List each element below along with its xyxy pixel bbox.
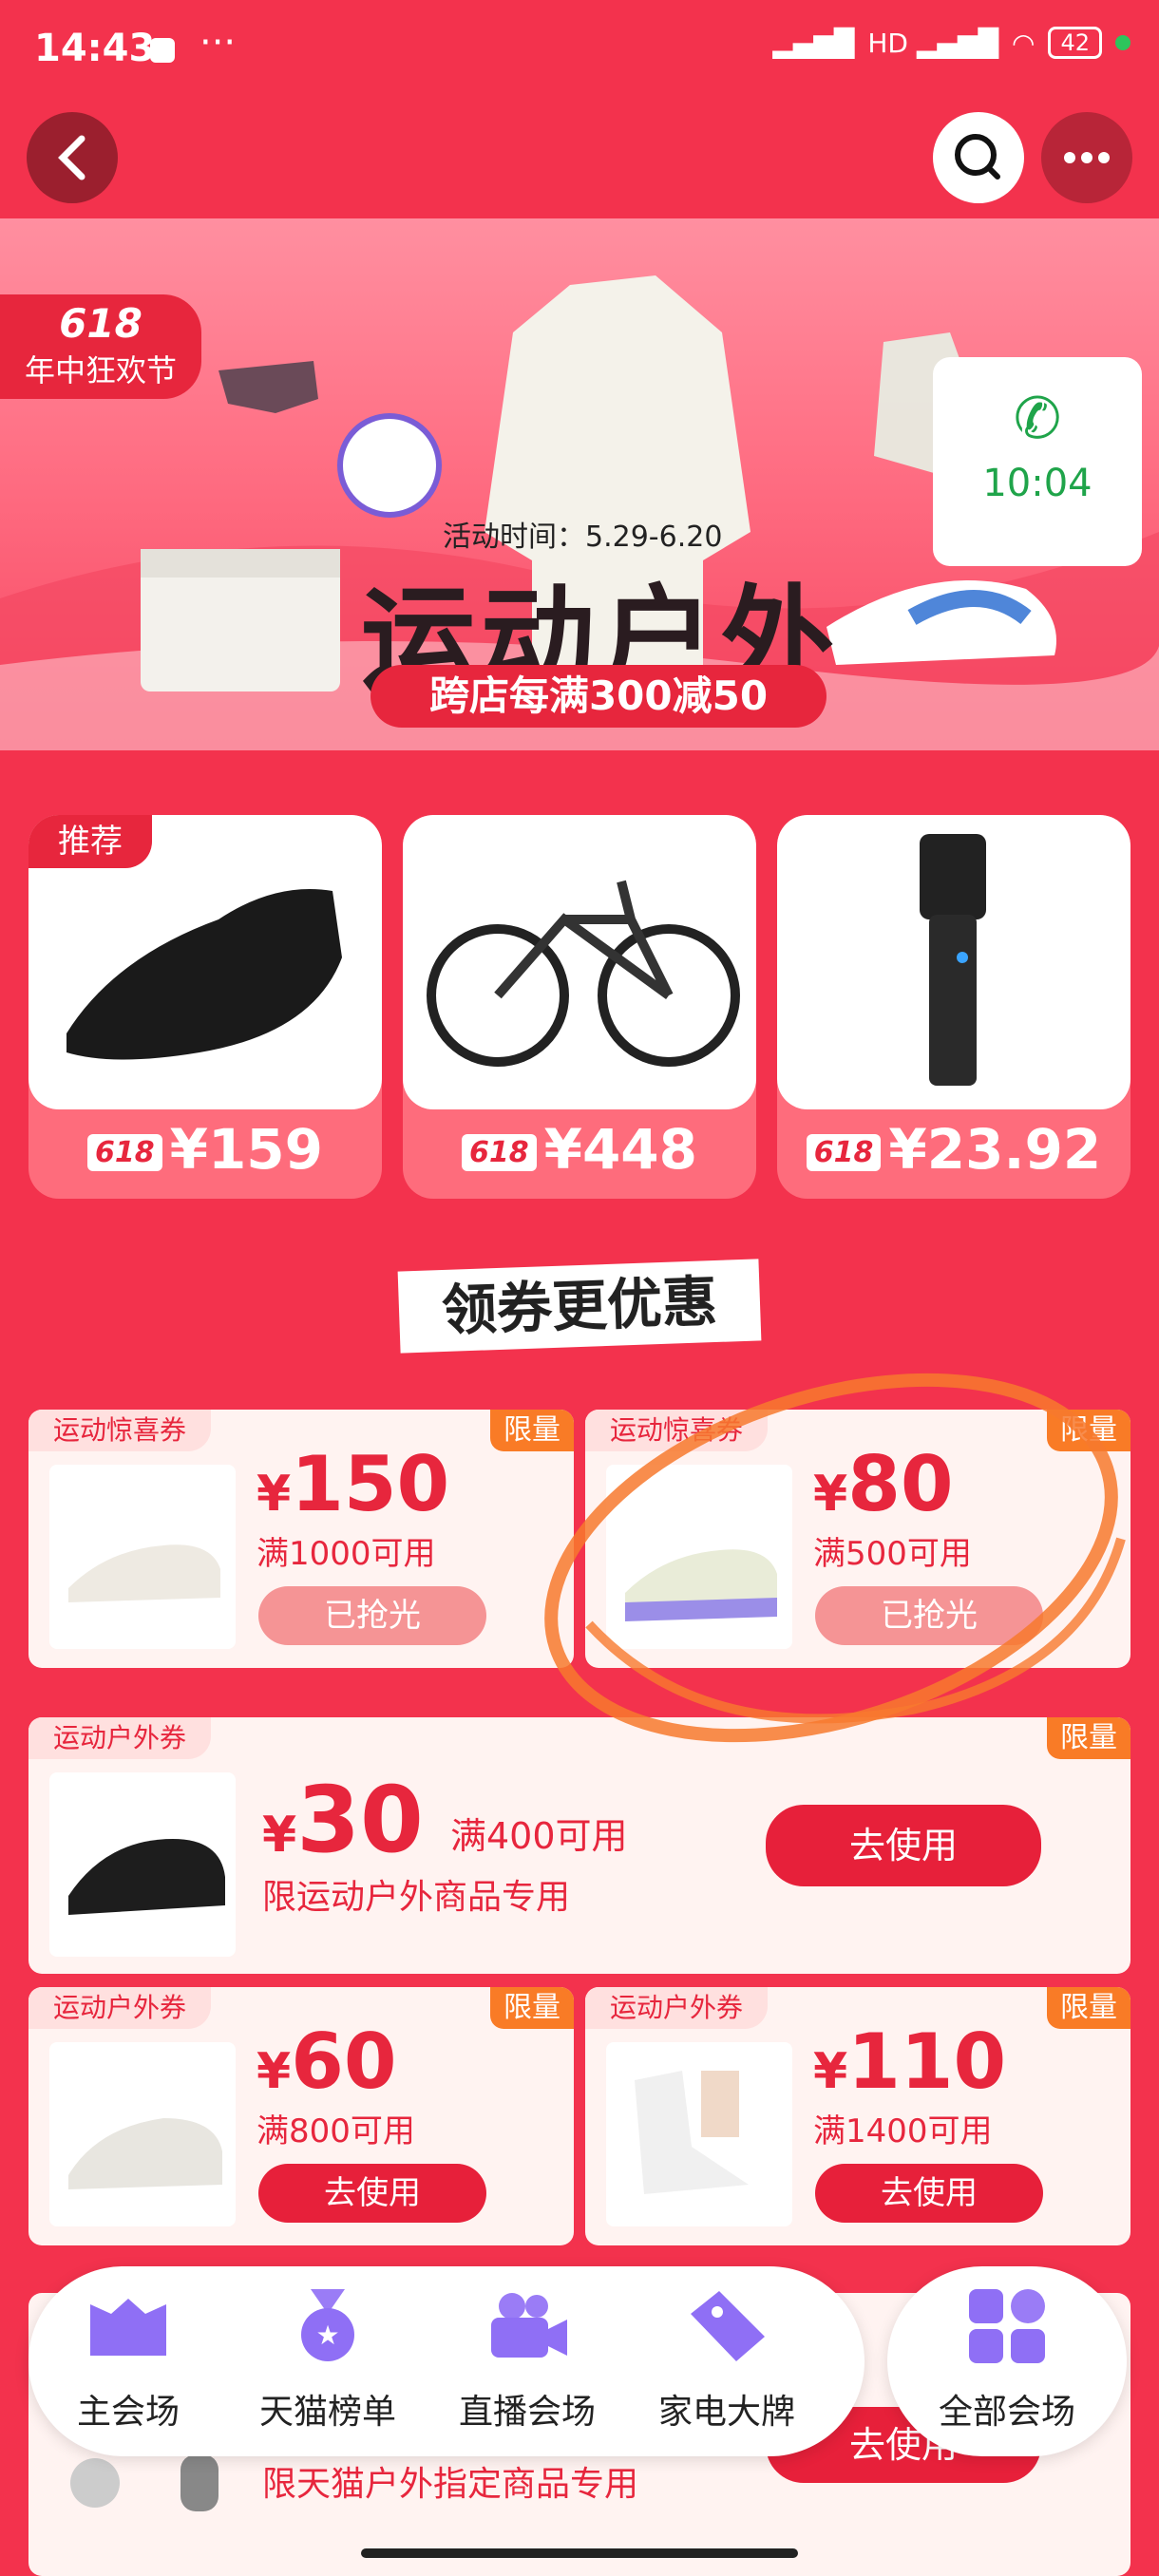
live-camera-icon — [491, 2293, 567, 2358]
recommend-tag: 推荐 — [28, 815, 152, 868]
coupon-amount: ¥150 — [256, 1440, 450, 1528]
nav-item-appliance-brands[interactable]: 家电大牌 — [627, 2285, 826, 2434]
floating-call-card[interactable]: ✆ 10:04 — [933, 357, 1142, 566]
coupon-note: 限运动户外商品专用 — [262, 1878, 571, 1917]
nav-label: 全部会场 — [938, 2393, 1075, 2432]
nav-label: 主会场 — [76, 2393, 180, 2432]
system-indicators: ▂▄▆█ HD ▂▄▆█ ◠ 42 — [772, 27, 1130, 59]
coupon-amount: ¥30 — [262, 1767, 424, 1873]
product-card[interactable]: 618 ¥448 — [403, 815, 756, 1199]
annotation-circle — [544, 1373, 1126, 1743]
privacy-dot-icon — [1115, 35, 1130, 50]
coupon-card[interactable]: 运动户外券 限量 ¥60 满800可用 去使用 — [28, 1987, 574, 2245]
product-image-bicycle — [403, 815, 756, 1109]
clock: 14:43 — [34, 27, 156, 70]
nav-item-live-venue[interactable]: 直播会场 — [428, 2285, 627, 2434]
wifi-icon: ◠ — [1012, 27, 1036, 59]
nav-label: 天猫榜单 — [258, 2393, 396, 2432]
tag-618: 618 — [86, 1134, 162, 1172]
product-card[interactable]: 618 ¥23.92 — [777, 815, 1130, 1199]
svg-text:★: ★ — [315, 2320, 339, 2351]
coupon-product-image — [49, 1772, 236, 1957]
status-bar: 14:43 ··· ▂▄▆█ HD ▂▄▆█ ◠ 42 — [0, 0, 1159, 104]
coupon-label: 运动户外券 — [585, 1987, 769, 2029]
battery-icon: 42 — [1048, 27, 1102, 59]
tag-618: 618 — [806, 1134, 882, 1172]
badge-text: 年中狂欢节 — [24, 352, 177, 388]
signal-icon: ▂▄▆█ — [772, 27, 855, 59]
product-image-flashlight — [777, 815, 1130, 1109]
coupon-card[interactable]: 运动户外券 限量 ¥110 满1400可用 去使用 — [585, 1987, 1130, 2245]
more-dots-icon — [1064, 152, 1110, 163]
coupon-condition: 满800可用 — [256, 2112, 415, 2150]
search-button[interactable] — [933, 112, 1024, 203]
main-venue-icon — [90, 2299, 166, 2356]
nav-item-all-venues: 全部会场 — [907, 2285, 1107, 2434]
home-indicator[interactable] — [361, 2548, 798, 2558]
more-button[interactable] — [1041, 112, 1132, 203]
use-coupon-button[interactable]: 去使用 — [766, 1805, 1041, 1886]
coupon-product-image — [49, 2042, 236, 2226]
coupon-amount: ¥60 — [256, 2017, 397, 2106]
coupon-label: 运动户外券 — [28, 1717, 212, 1759]
coupon-product-image — [606, 2042, 792, 2226]
coupon-note: 限天猫户外指定商品专用 — [262, 2465, 639, 2504]
bottom-nav: 主会场 ★ 天猫榜单 直播会场 家电大牌 — [28, 2266, 864, 2456]
grid-icon — [969, 2289, 1045, 2363]
all-venues-button[interactable]: 全部会场 — [887, 2266, 1127, 2456]
banner-subtitle: 跨店每满300减50 — [370, 665, 826, 728]
coupon-condition: 满1000可用 — [256, 1535, 436, 1573]
use-coupon-button[interactable]: 去使用 — [258, 2164, 486, 2223]
coupon-product-image — [70, 2454, 218, 2511]
more-notifications-indicator: ··· — [200, 21, 237, 65]
limited-badge: 限量 — [490, 1987, 574, 2029]
coupon-product-image — [49, 1465, 236, 1649]
nav-item-main-venue[interactable]: 主会场 — [28, 2285, 228, 2434]
coupon-label: 运动户外券 — [28, 1987, 212, 2029]
badge-number: 618 — [59, 300, 142, 347]
tag-icon — [691, 2291, 765, 2361]
badge-618: 618 年中狂欢节 — [0, 294, 201, 399]
call-duration: 10:04 — [982, 462, 1092, 505]
chevron-left-icon — [58, 135, 86, 180]
coupon-condition: 满400可用 — [450, 1815, 628, 1857]
product-price: 618 ¥159 — [28, 1117, 382, 1182]
product-price: 618 ¥448 — [403, 1117, 756, 1182]
nav-label: 直播会场 — [458, 2393, 596, 2432]
coupon-condition: 满1400可用 — [813, 2112, 993, 2150]
limited-badge: 限量 — [1047, 1987, 1130, 2029]
back-button[interactable] — [27, 112, 118, 203]
phone-icon: ✆ — [1013, 386, 1062, 452]
medal-icon: ★ — [301, 2289, 354, 2361]
sold-out-button[interactable]: 已抢光 — [258, 1586, 486, 1645]
nav-label: 家电大牌 — [657, 2393, 795, 2432]
product-price: 618 ¥23.92 — [777, 1117, 1130, 1182]
app-notification-icon — [150, 38, 175, 63]
product-card[interactable]: 618 ¥159 — [28, 815, 382, 1199]
hd-signal-icon: HD ▂▄▆█ — [867, 27, 999, 59]
coupon-amount: ¥110 — [813, 2017, 1007, 2106]
coupon-label: 运动惊喜券 — [28, 1410, 212, 1451]
tag-618: 618 — [461, 1134, 537, 1172]
use-coupon-button[interactable]: 去使用 — [815, 2164, 1043, 2223]
coupon-card[interactable]: 运动惊喜券 限量 ¥150 满1000可用 已抢光 — [28, 1410, 574, 1668]
search-icon — [955, 134, 1000, 180]
nav-item-tmall-ranking[interactable]: ★ 天猫榜单 — [228, 2285, 428, 2434]
